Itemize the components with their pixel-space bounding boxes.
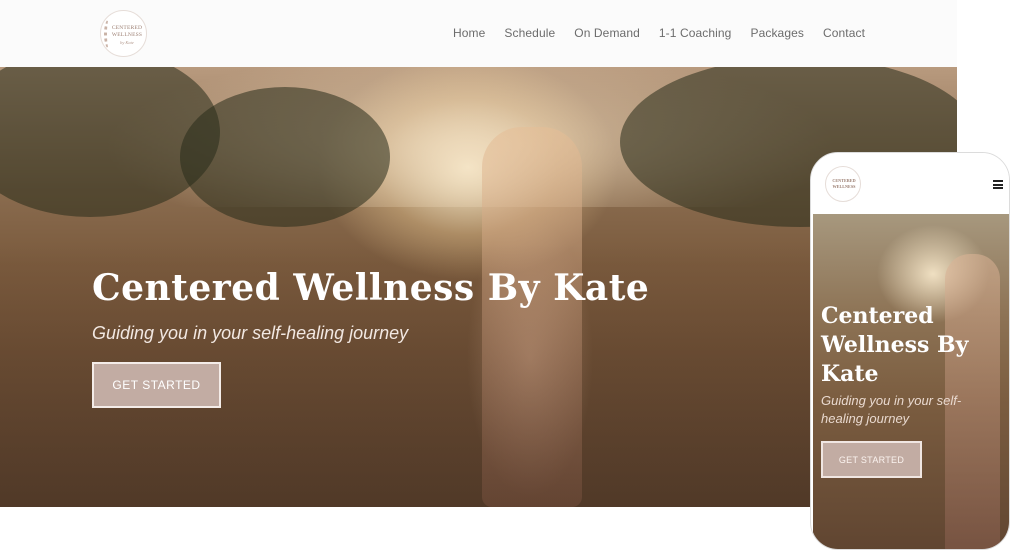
hamburger-icon[interactable] [993, 180, 1003, 189]
mobile-hero-title: Centered Wellness By Kate [821, 303, 969, 387]
logo-line-2: WELLNESS [111, 32, 143, 38]
nav-home[interactable]: Home [453, 26, 485, 40]
nav-schedule[interactable]: Schedule [504, 26, 555, 40]
mobile-logo-text: CENTERED WELLNESS [830, 178, 858, 189]
nav-contact[interactable]: Contact [823, 26, 865, 40]
mobile-hero-section: Centered Wellness By Kate Guiding you in… [813, 214, 1009, 549]
mobile-site-logo[interactable]: CENTERED WELLNESS [825, 166, 861, 202]
site-header: CENTERED WELLNESS by Kate Home Schedule … [0, 0, 957, 67]
mobile-preview: CENTERED WELLNESS Centered Wellness By K… [810, 152, 1010, 550]
mobile-header: CENTERED WELLNESS [811, 153, 1009, 214]
nav-packages[interactable]: Packages [750, 26, 804, 40]
logo-text: CENTERED WELLNESS [111, 25, 143, 39]
logo-line-1: CENTERED [111, 25, 143, 31]
nav-on-demand[interactable]: On Demand [574, 26, 640, 40]
mobile-get-started-button[interactable]: GET STARTED [821, 441, 922, 478]
mobile-hero-subtitle: Guiding you in your self-healing journey [821, 393, 962, 426]
get-started-button[interactable]: GET STARTED [92, 362, 221, 408]
site-logo[interactable]: CENTERED WELLNESS by Kate [100, 10, 147, 57]
mobile-logo-line-2: WELLNESS [832, 183, 856, 189]
nav-coaching[interactable]: 1-1 Coaching [659, 26, 732, 40]
hero-subtitle: Guiding you in your self-healing journey [92, 323, 409, 343]
hero-title: Centered Wellness By Kate [92, 267, 650, 309]
main-nav: Home Schedule On Demand 1-1 Coaching Pac… [453, 26, 865, 40]
mobile-logo-line-1: CENTERED [832, 178, 856, 183]
logo-tagline: by Kate [120, 40, 134, 45]
